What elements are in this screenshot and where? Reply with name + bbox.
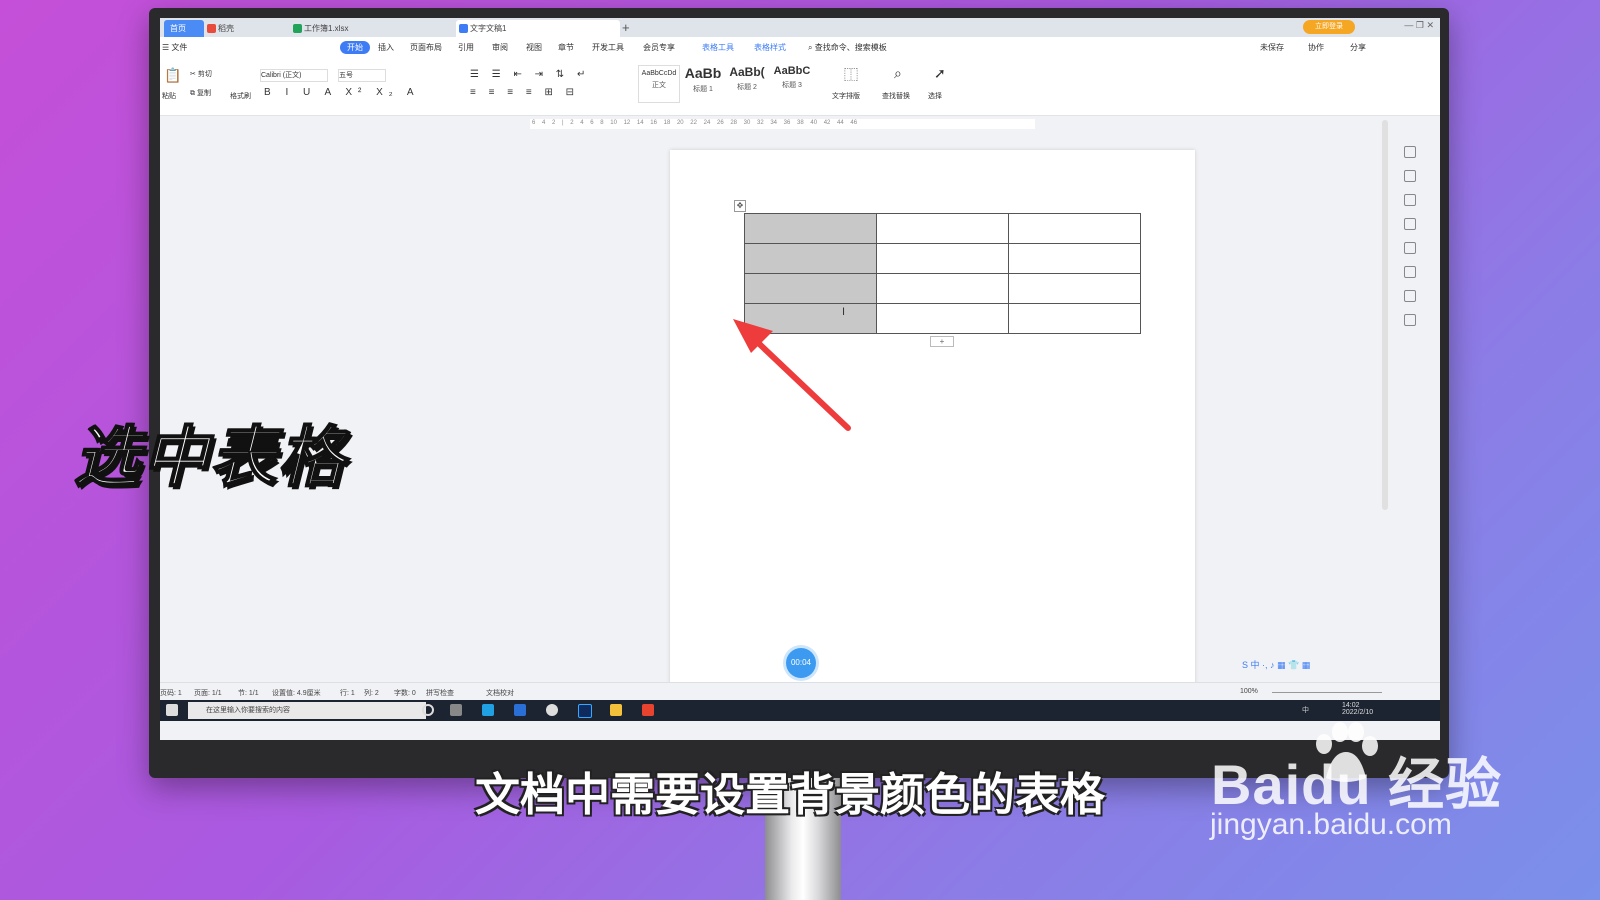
watermark-url: jingyan.baidu.com <box>1210 808 1452 841</box>
step-caption: 选中表格 <box>73 419 346 495</box>
